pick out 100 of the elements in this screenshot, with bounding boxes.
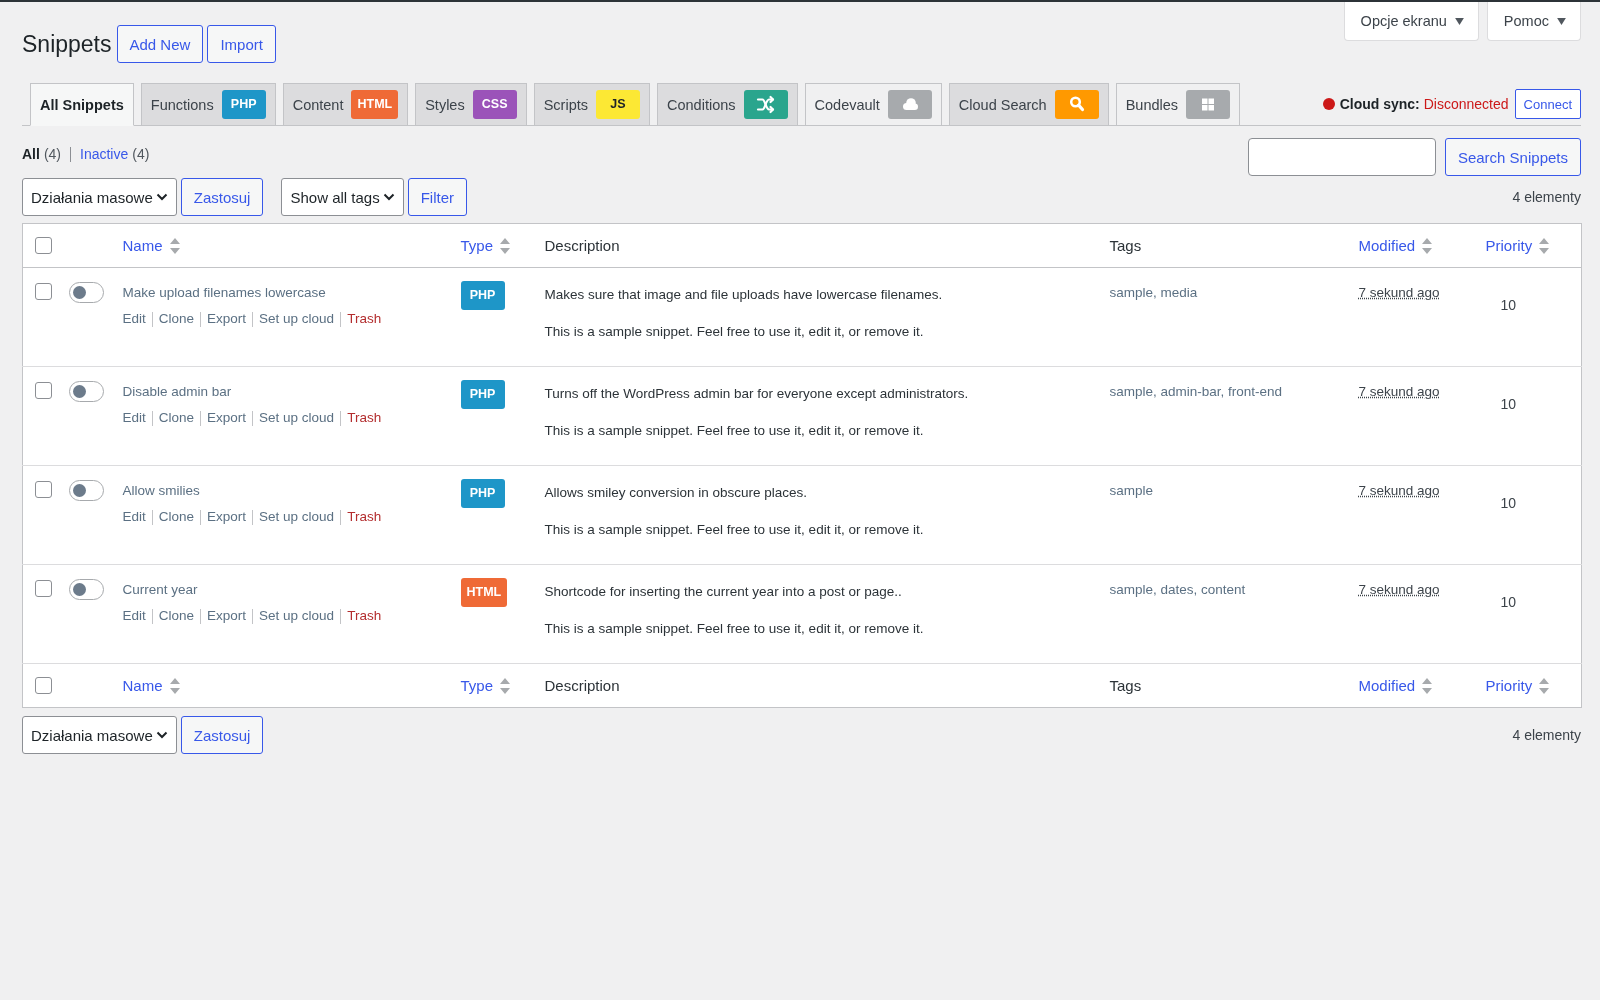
column-sort-link[interactable]: Priority — [1485, 236, 1550, 255]
type-badge: PHP — [460, 380, 505, 409]
modified-time: 7 sekund ago — [1358, 384, 1440, 399]
bulk-actions-select[interactable]: Działania masowe — [22, 716, 177, 754]
tab[interactable]: Scripts JS — [533, 83, 650, 126]
toggle-switch[interactable] — [68, 480, 104, 501]
modified-time: 7 sekund ago — [1358, 483, 1440, 498]
type-badge: JS — [596, 90, 640, 119]
row-checkbox[interactable] — [35, 580, 52, 597]
row-action-link[interactable]: Edit — [122, 507, 146, 527]
apply-button[interactable]: Zastosuj — [180, 716, 264, 754]
row-action-link[interactable]: Edit — [122, 606, 146, 626]
description-text: Allows smiley conversion in obscure places. — [544, 484, 809, 502]
description-text: Makes sure that image and file uploads have lowercase filenames. — [544, 286, 944, 304]
tags-link[interactable]: sample, media — [1109, 285, 1198, 300]
screen-meta-button[interactable]: Pomoc — [1486, 2, 1581, 41]
tab[interactable]: Bundles — [1115, 83, 1241, 126]
row-action-link[interactable]: Set up cloud — [259, 606, 335, 626]
row-action-link[interactable]: Clone — [158, 507, 195, 527]
tag-filter-select[interactable]: Show all tags — [281, 178, 404, 216]
column-sort-link[interactable]: Name — [122, 236, 180, 255]
column-sort-link[interactable]: Modified — [1358, 676, 1433, 695]
tags-link[interactable]: sample, admin-bar, front-end — [1109, 384, 1283, 399]
screen-meta-button[interactable]: Opcje ekranu — [1343, 2, 1479, 41]
sort-icon — [500, 676, 511, 695]
tab[interactable]: All Snippets — [30, 83, 134, 126]
sort-icon — [1539, 236, 1550, 255]
toggle-switch[interactable] — [68, 282, 104, 303]
row-action-link[interactable]: Set up cloud — [259, 309, 335, 329]
type-badge: PHP — [460, 479, 505, 508]
modified-time: 7 sekund ago — [1358, 285, 1440, 300]
type-badge: HTML — [351, 90, 399, 119]
column-header: Tags — [1109, 677, 1142, 694]
column-sort-link[interactable]: Type — [460, 676, 511, 695]
select-all-checkbox[interactable] — [35, 677, 52, 694]
item-count: 4 elementy — [1512, 189, 1581, 205]
type-badge: HTML — [460, 578, 508, 607]
bulk-actions-select[interactable]: Działania masowe — [22, 178, 177, 216]
header-button[interactable]: Import — [207, 25, 276, 63]
column-sort-link[interactable]: Type — [460, 236, 511, 255]
apply-button[interactable]: Zastosuj — [180, 178, 264, 216]
view-link[interactable]: All (4) — [22, 146, 61, 162]
row-action-link[interactable]: Export — [207, 606, 247, 626]
tags-link[interactable]: sample — [1109, 483, 1154, 498]
page-title: Snippets — [22, 30, 112, 59]
trash-link[interactable]: Trash — [347, 309, 382, 329]
trash-link[interactable]: Trash — [347, 408, 382, 428]
row-checkbox[interactable] — [35, 481, 52, 498]
row-action-link[interactable]: Export — [207, 507, 247, 527]
snippet-name-link[interactable]: Make upload filenames lowercase — [122, 283, 326, 303]
snippet-name-link[interactable]: Current year — [122, 580, 198, 600]
tab[interactable]: Styles CSS — [415, 83, 527, 126]
description-note: This is a sample snippet. Feel free to use it, edit it, or remove it. — [544, 620, 925, 638]
row-checkbox[interactable] — [35, 382, 52, 399]
tab[interactable]: Content HTML — [282, 83, 409, 126]
item-count: 4 elementy — [1512, 727, 1581, 743]
snippet-name-link[interactable]: Allow smilies — [122, 481, 200, 501]
column-sort-link[interactable]: Name — [122, 676, 180, 695]
column-header: Tags — [1109, 237, 1142, 254]
type-badge: PHP — [221, 90, 266, 119]
row-action-link[interactable]: Edit — [122, 408, 146, 428]
tab[interactable]: Functions PHP — [140, 83, 276, 126]
tags-link[interactable]: sample, dates, content — [1109, 582, 1246, 597]
search-button[interactable]: Search Snippets — [1444, 138, 1581, 176]
caret-down-icon — [1454, 17, 1464, 25]
priority-value: 10 — [1500, 594, 1517, 610]
row-action-link[interactable]: Clone — [158, 309, 195, 329]
type-badge: CSS — [472, 90, 517, 119]
row-checkbox[interactable] — [35, 283, 52, 300]
snippet-name-link[interactable]: Disable admin bar — [122, 382, 232, 402]
column-sort-link[interactable]: Priority — [1485, 676, 1550, 695]
row-action-link[interactable]: Export — [207, 309, 247, 329]
row-action-link[interactable]: Export — [207, 408, 247, 428]
sort-icon — [1422, 676, 1433, 695]
sort-icon — [169, 236, 180, 255]
toggle-switch[interactable] — [68, 579, 104, 600]
tab[interactable]: Codevault — [804, 83, 942, 126]
column-sort-link[interactable]: Modified — [1358, 236, 1433, 255]
row-action-link[interactable]: Set up cloud — [259, 507, 335, 527]
sort-icon — [1539, 676, 1550, 695]
filter-button[interactable]: Filter — [407, 178, 467, 216]
tab[interactable]: Cloud Search — [948, 83, 1109, 126]
row-action-link[interactable]: Set up cloud — [259, 408, 335, 428]
description-note: This is a sample snippet. Feel free to use it, edit it, or remove it. — [544, 521, 925, 539]
trash-link[interactable]: Trash — [347, 606, 382, 626]
row-action-link[interactable]: Clone — [158, 606, 195, 626]
toggle-switch[interactable] — [68, 381, 104, 402]
view-link[interactable]: Inactive (4) — [80, 146, 150, 162]
search-field[interactable] — [1247, 138, 1436, 176]
trash-link[interactable]: Trash — [347, 507, 382, 527]
tab[interactable]: Conditions — [657, 83, 798, 126]
connect-button[interactable]: Connect — [1514, 89, 1581, 119]
row-action-link[interactable]: Edit — [122, 309, 146, 329]
sort-icon — [500, 236, 511, 255]
row-action-link[interactable]: Clone — [158, 408, 195, 428]
header-button[interactable]: Add New — [116, 25, 204, 63]
type-badge: PHP — [460, 281, 505, 310]
caret-down-icon — [1557, 17, 1566, 25]
select-all-checkbox[interactable] — [35, 237, 52, 254]
description-note: This is a sample snippet. Feel free to use it, edit it, or remove it. — [544, 422, 925, 440]
